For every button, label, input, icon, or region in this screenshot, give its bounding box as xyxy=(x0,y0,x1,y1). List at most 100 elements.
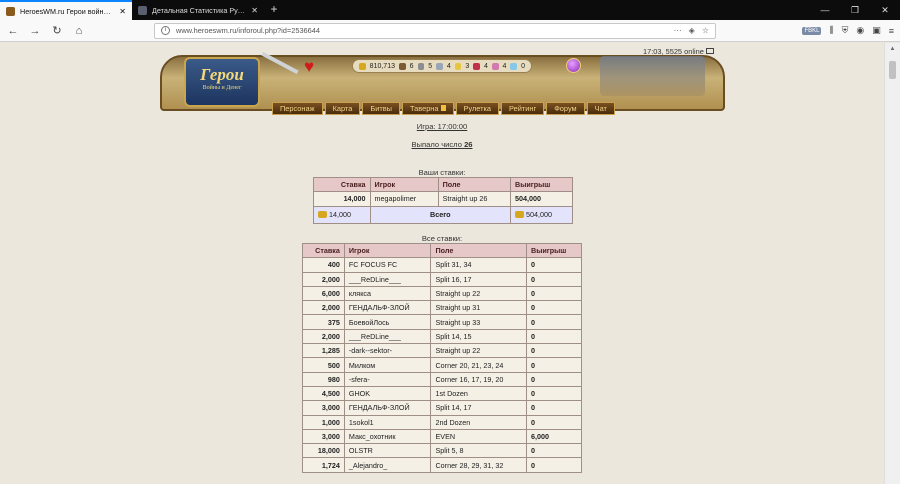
field-cell: Straight up 31 xyxy=(430,300,528,316)
page-scrollbar[interactable]: ▲ xyxy=(884,43,900,484)
new-tab-button[interactable]: + xyxy=(264,0,284,20)
column-header: Поле xyxy=(430,242,528,259)
table-row: 4,500 GHOK 1st Dozen 0 xyxy=(302,385,582,402)
menu-battles[interactable]: Битвы xyxy=(362,102,400,115)
back-arrow-icon[interactable]: ← xyxy=(6,24,20,38)
resources-bar: 810,713 6 5 4 3 4 4 0 xyxy=(352,59,532,73)
close-tab-icon[interactable]: ✕ xyxy=(119,7,126,16)
win-cell: 504,000 xyxy=(510,191,573,207)
close-window-icon[interactable]: ✕ xyxy=(870,0,900,20)
address-bar[interactable]: i www.heroeswm.ru/inforoul.php?id=253664… xyxy=(154,22,716,39)
field-cell: EVEN xyxy=(430,428,528,445)
game-time-link[interactable]: Игра: 17:00:00 xyxy=(0,122,884,131)
my-bets-table: Ставка Игрок Поле Выигрыш 14,000 megapol… xyxy=(313,176,573,224)
game-logo[interactable]: Герои Войны и Денег xyxy=(184,57,260,107)
player-cell[interactable]: Макс_охотник xyxy=(343,428,432,445)
browser-tab-heroeswm[interactable]: HeroesWM.ru Герои войны и Денег ✕ xyxy=(0,0,132,20)
win-cell: 0 xyxy=(526,343,582,359)
table-header-row: Ставка Игрок Поле Выигрыш xyxy=(302,242,582,259)
win-cell: 0 xyxy=(526,300,582,316)
ore-amount: 5 xyxy=(428,62,433,70)
menu-forum[interactable]: Форум xyxy=(546,102,585,115)
extension-chip[interactable]: FBKL xyxy=(802,26,822,35)
all-bets-caption: Все ставки: xyxy=(421,234,463,243)
server-time-online: 17:03, 5525 online xyxy=(643,47,704,56)
player-cell[interactable]: -sfera- xyxy=(343,371,432,387)
player-cell[interactable]: ___ReDLine___ xyxy=(343,271,432,287)
total-row: 14,000 Всего 504,000 xyxy=(313,205,573,224)
menu-character[interactable]: Персонаж xyxy=(272,102,323,115)
bet-cell: 1,000 xyxy=(302,414,345,430)
total-win-cell: 504,000 xyxy=(510,205,573,224)
player-cell[interactable]: ГЕНДАЛЬФ-ЗЛОЙ xyxy=(343,300,432,316)
url-text[interactable]: www.heroeswm.ru/inforoul.php?id=2536644 xyxy=(176,26,668,35)
win-cell: 0 xyxy=(526,271,582,287)
crystal-icon xyxy=(473,62,480,70)
table-row: 14,000 megapolimer Straight up 26 504,00… xyxy=(313,191,573,207)
close-tab-icon[interactable]: ✕ xyxy=(251,6,258,15)
result-label: Выпало число xyxy=(411,140,462,149)
result-link[interactable]: Выпало число 26 xyxy=(0,140,884,149)
bet-cell: 1,724 xyxy=(302,457,345,473)
forward-arrow-icon[interactable]: → xyxy=(28,24,42,38)
table-row: 18,000 OLSTR Split 5, 80 xyxy=(302,443,582,459)
menu-tavern-label: Таверна xyxy=(409,104,439,113)
menu-chat[interactable]: Чат xyxy=(586,102,615,115)
player-cell[interactable]: megapolimer xyxy=(369,191,439,207)
page-actions-menu-icon[interactable]: ··· xyxy=(674,26,682,35)
site-info-icon[interactable]: i xyxy=(161,26,170,35)
health-heart-icon[interactable]: ♥ xyxy=(304,57,314,77)
shield-icon[interactable]: ⛨ xyxy=(842,25,849,36)
menu-map[interactable]: Карта xyxy=(324,102,361,115)
wood-amount: 6 xyxy=(409,62,414,70)
hamburger-menu-icon[interactable]: ≡ xyxy=(889,26,894,36)
gold-icon xyxy=(359,62,366,70)
player-cell[interactable]: FC FOCUS FC xyxy=(343,257,432,273)
player-cell[interactable]: 1sokol1 xyxy=(343,414,432,430)
column-header: Игрок xyxy=(343,242,432,259)
player-cell[interactable]: OLSTR xyxy=(343,443,432,459)
magic-orb-icon[interactable] xyxy=(566,58,581,73)
bet-cell: 2,000 xyxy=(302,271,345,287)
minimize-window-icon[interactable]: — xyxy=(810,0,840,20)
field-cell: Split 14, 15 xyxy=(430,328,528,345)
sulfur-icon xyxy=(454,62,462,70)
bookmark-star-icon[interactable]: ☆ xyxy=(702,26,709,35)
diamond-icon xyxy=(510,62,518,70)
gold-icon xyxy=(515,211,525,219)
scrollbar-thumb[interactable] xyxy=(889,61,896,79)
home-icon[interactable]: ⌂ xyxy=(72,24,86,38)
mail-icon[interactable] xyxy=(705,48,714,54)
container-icon[interactable]: ◉ xyxy=(856,25,864,36)
win-cell: 0 xyxy=(526,257,582,273)
bet-cell: 2,000 xyxy=(302,300,345,316)
browser-tab-bar: HeroesWM.ru Герои войны и Денег ✕ Деталь… xyxy=(0,0,900,20)
player-cell[interactable]: ___ReDLine___ xyxy=(343,328,432,345)
menu-rating[interactable]: Рейтинг xyxy=(501,102,545,115)
column-header: Поле xyxy=(437,176,512,193)
table-row: 3,000 ГЕНДАЛЬФ-ЗЛОЙ Split 14, 17 0 xyxy=(302,400,582,416)
field-cell: 2nd Dozen xyxy=(430,414,528,430)
scroll-up-arrow-icon[interactable]: ▲ xyxy=(885,43,900,55)
sidebar-icon[interactable]: ▣ xyxy=(872,25,881,36)
player-cell[interactable]: клякса xyxy=(343,285,432,302)
library-icon[interactable]: ⫼ xyxy=(829,25,833,36)
field-cell: Split 14, 17 xyxy=(430,400,528,416)
player-cell[interactable]: ГЕНДАЛЬФ-ЗЛОЙ xyxy=(343,400,432,416)
player-cell[interactable]: _Alejandro_ xyxy=(343,457,432,473)
player-cell[interactable]: БоевойЛось xyxy=(343,314,432,330)
player-cell[interactable]: Милком xyxy=(343,357,432,373)
bet-cell: 4,500 xyxy=(302,385,345,402)
reload-icon[interactable]: ↻ xyxy=(50,24,64,38)
menu-tavern[interactable]: Таверна xyxy=(401,102,454,115)
browser-tab-roulette-stats[interactable]: Детальная Статистика Рулетки ✕ xyxy=(132,0,264,20)
total-win-value: 504,000 xyxy=(526,210,553,220)
player-cell[interactable]: -dark--sektor- xyxy=(343,343,432,359)
restore-window-icon[interactable]: ❐ xyxy=(840,0,870,20)
menu-roulette[interactable]: Рулетка xyxy=(455,102,500,115)
bet-cell: 400 xyxy=(302,257,345,273)
win-cell: 0 xyxy=(526,443,582,459)
pocket-icon[interactable]: ◈ xyxy=(689,26,695,35)
player-cell[interactable]: GHOK xyxy=(343,385,432,402)
field-cell: Split 16, 17 xyxy=(430,271,528,287)
